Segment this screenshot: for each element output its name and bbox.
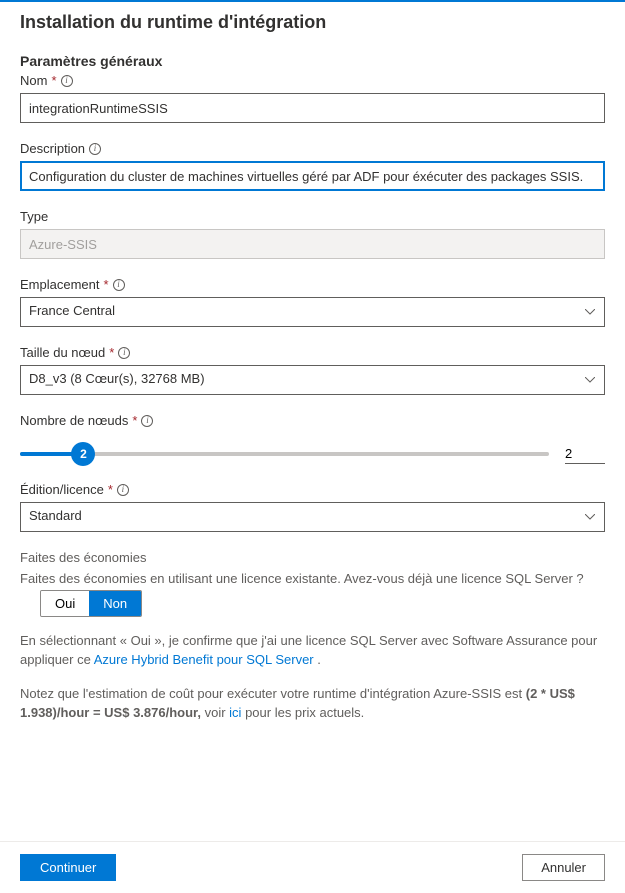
name-label: Nom * i: [20, 73, 605, 88]
page-title: Installation du runtime d'intégration: [20, 12, 605, 33]
description-input[interactable]: [20, 161, 605, 191]
info-icon[interactable]: i: [117, 484, 129, 496]
cancel-button[interactable]: Annuler: [522, 854, 605, 881]
footer: Continuer Annuler: [0, 841, 625, 893]
info-icon[interactable]: i: [61, 75, 73, 87]
continue-button[interactable]: Continuer: [20, 854, 116, 881]
savings-subtitle: Faites des économies: [20, 550, 605, 565]
node-count-label: Nombre de nœuds * i: [20, 413, 605, 428]
type-input: [20, 229, 605, 259]
slider-thumb[interactable]: 2: [71, 442, 95, 466]
info-icon[interactable]: i: [113, 279, 125, 291]
info-icon[interactable]: i: [118, 347, 130, 359]
required-star-icon: *: [109, 345, 114, 360]
required-star-icon: *: [103, 277, 108, 292]
required-star-icon: *: [51, 73, 56, 88]
license-toggle-group: Oui Non: [40, 590, 142, 617]
license-no-button[interactable]: Non: [89, 591, 141, 616]
location-label: Emplacement * i: [20, 277, 605, 292]
info-icon[interactable]: i: [141, 415, 153, 427]
node-count-slider[interactable]: 2: [20, 452, 549, 456]
edition-select[interactable]: Standard: [20, 502, 605, 532]
pricing-link[interactable]: ici: [229, 705, 241, 720]
info-icon[interactable]: i: [89, 143, 101, 155]
savings-text: Faites des économies en utilisant une li…: [20, 569, 605, 617]
node-size-select[interactable]: D8_v3 (8 Cœur(s), 32768 MB): [20, 365, 605, 395]
type-label: Type: [20, 209, 605, 224]
node-count-input[interactable]: [565, 444, 605, 464]
required-star-icon: *: [132, 413, 137, 428]
license-yes-button[interactable]: Oui: [41, 591, 89, 616]
cost-text: Notez que l'estimation de coût pour exéc…: [20, 684, 605, 723]
description-label: Description i: [20, 141, 605, 156]
hybrid-benefit-link[interactable]: Azure Hybrid Benefit pour SQL Server: [94, 652, 314, 667]
section-title: Paramètres généraux: [20, 53, 605, 69]
edition-label: Édition/licence * i: [20, 482, 605, 497]
required-star-icon: *: [108, 482, 113, 497]
location-select[interactable]: France Central: [20, 297, 605, 327]
node-size-label: Taille du nœud * i: [20, 345, 605, 360]
confirm-text: En sélectionnant « Oui », je confirme qu…: [20, 631, 605, 670]
name-input[interactable]: [20, 93, 605, 123]
